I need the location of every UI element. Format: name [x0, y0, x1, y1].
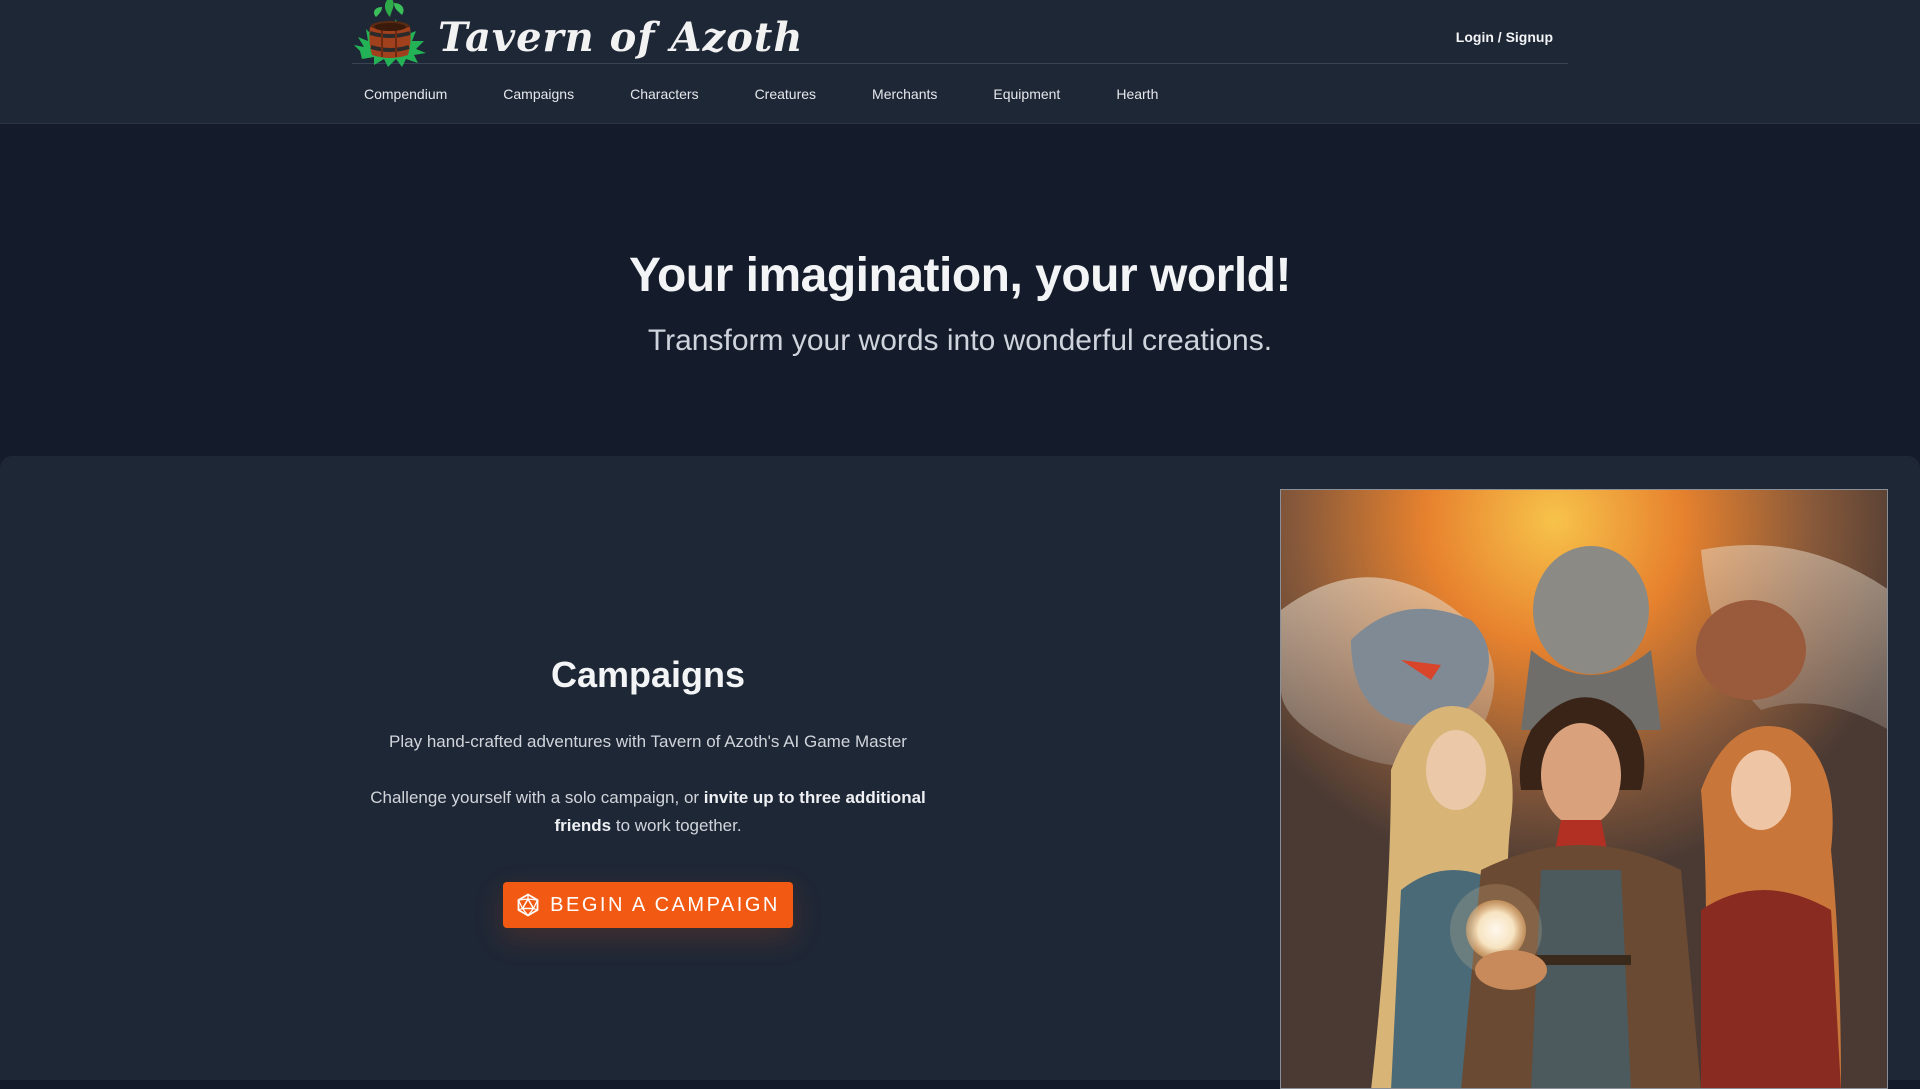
- nav-item-equipment[interactable]: Equipment: [993, 86, 1060, 102]
- hero-subtitle: Transform your words into wonderful crea…: [647, 324, 1273, 357]
- nav-item-campaigns[interactable]: Campaigns: [503, 86, 574, 102]
- adventurer-party-illustration: [1281, 490, 1887, 1088]
- main-nav: Compendium Campaigns Characters Creature…: [352, 64, 1202, 124]
- nav-item-merchants[interactable]: Merchants: [872, 86, 937, 102]
- begin-campaign-label: BEGIN A CAMPAIGN: [550, 893, 780, 916]
- d20-dice-icon: [517, 893, 539, 917]
- feature-invite-text: Challenge yourself with a solo campaign,…: [368, 784, 928, 840]
- brand-name: Tavern of Azoth: [438, 13, 804, 61]
- campaigns-feature-section: Campaigns Play hand-crafted adventures w…: [0, 456, 1920, 1089]
- site-header: Tavern of Azoth Login / Signup Compendiu…: [0, 0, 1920, 124]
- site-logo[interactable]: Tavern of Azoth: [352, 0, 803, 70]
- begin-campaign-button[interactable]: BEGIN A CAMPAIGN: [503, 882, 793, 928]
- nav-item-compendium[interactable]: Compendium: [364, 86, 447, 102]
- invite-text-end: to work together.: [611, 816, 742, 835]
- nav-item-creatures[interactable]: Creatures: [755, 86, 816, 102]
- feature-text-block: Campaigns Play hand-crafted adventures w…: [348, 654, 948, 928]
- nav-item-hearth[interactable]: Hearth: [1116, 86, 1158, 102]
- hero-title: Your imagination, your world!: [629, 249, 1291, 302]
- nav-item-characters[interactable]: Characters: [630, 86, 698, 102]
- hero-section: Your imagination, your world! Transform …: [0, 124, 1920, 456]
- header-top-bar: Tavern of Azoth Login / Signup: [352, 0, 1568, 67]
- login-signup-link[interactable]: Login / Signup: [1456, 29, 1553, 45]
- barrel-logo-icon: [354, 0, 426, 67]
- invite-text-start: Challenge yourself with a solo campaign,…: [370, 788, 704, 807]
- feature-description: Play hand-crafted adventures with Tavern…: [389, 732, 907, 751]
- feature-title: Campaigns: [550, 654, 746, 695]
- campaign-artwork: [1280, 489, 1888, 1089]
